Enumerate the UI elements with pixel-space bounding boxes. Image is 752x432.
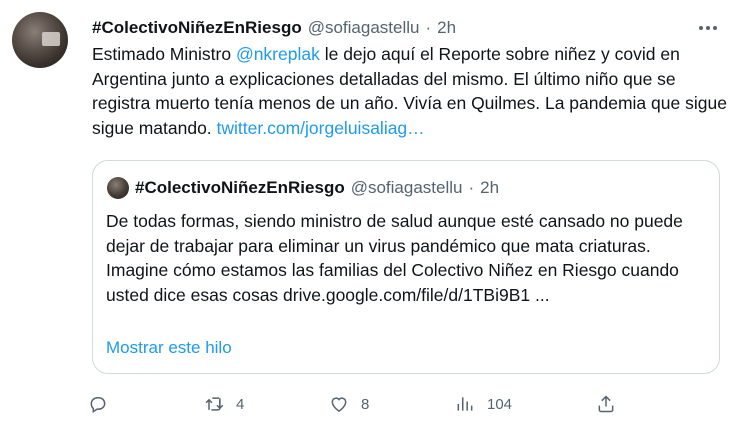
show-thread-link[interactable]: Mostrar este hilo — [106, 338, 232, 358]
quoted-text: De todas formas, siendo ministro de salu… — [106, 211, 683, 305]
action-bar: 4 8 104 — [88, 392, 628, 416]
author-name[interactable]: #ColectivoNiñezEnRiesgo — [92, 18, 302, 38]
views-button[interactable]: 104 — [455, 392, 512, 416]
like-count: 8 — [361, 395, 370, 413]
retweet-icon — [205, 397, 224, 411]
share-button[interactable] — [596, 392, 616, 416]
reply-button[interactable] — [88, 392, 108, 416]
share-icon — [598, 395, 614, 413]
avatar[interactable] — [12, 12, 68, 68]
quoted-header: #ColectivoNiñezEnRiesgo @sofiagastellu ·… — [135, 175, 499, 201]
timestamp[interactable]: 2h — [437, 18, 456, 38]
more-options-icon[interactable] — [694, 14, 722, 42]
retweet-count: 4 — [236, 395, 245, 413]
tweet-header: #ColectivoNiñezEnRiesgo @sofiagastellu ·… — [92, 16, 456, 40]
mention-link[interactable]: @nkreplak — [236, 44, 320, 64]
quoted-author-handle: @sofiagastellu — [350, 178, 463, 197]
quoted-avatar — [107, 177, 129, 199]
quoted-author-name: #ColectivoNiñezEnRiesgo — [135, 178, 345, 197]
retweet-button[interactable]: 4 — [204, 392, 244, 416]
views-icon — [457, 397, 473, 411]
tweet-text-part: Estimado Ministro — [92, 44, 236, 64]
external-link[interactable]: twitter.com/jorgeluisaliag… — [217, 118, 425, 138]
author-handle[interactable]: @sofiagastellu — [308, 18, 420, 38]
quoted-tweet[interactable]: #ColectivoNiñezEnRiesgo @sofiagastellu ·… — [92, 160, 720, 374]
like-button[interactable]: 8 — [329, 392, 369, 416]
separator-dot: · — [468, 178, 475, 197]
views-count: 104 — [487, 395, 513, 413]
tweet-text: Estimado Ministro @nkreplak le dejo aquí… — [92, 42, 732, 140]
heart-icon — [331, 397, 347, 412]
separator-dot: · — [425, 18, 432, 37]
reply-icon — [90, 397, 106, 414]
quoted-timestamp: 2h — [480, 178, 500, 197]
